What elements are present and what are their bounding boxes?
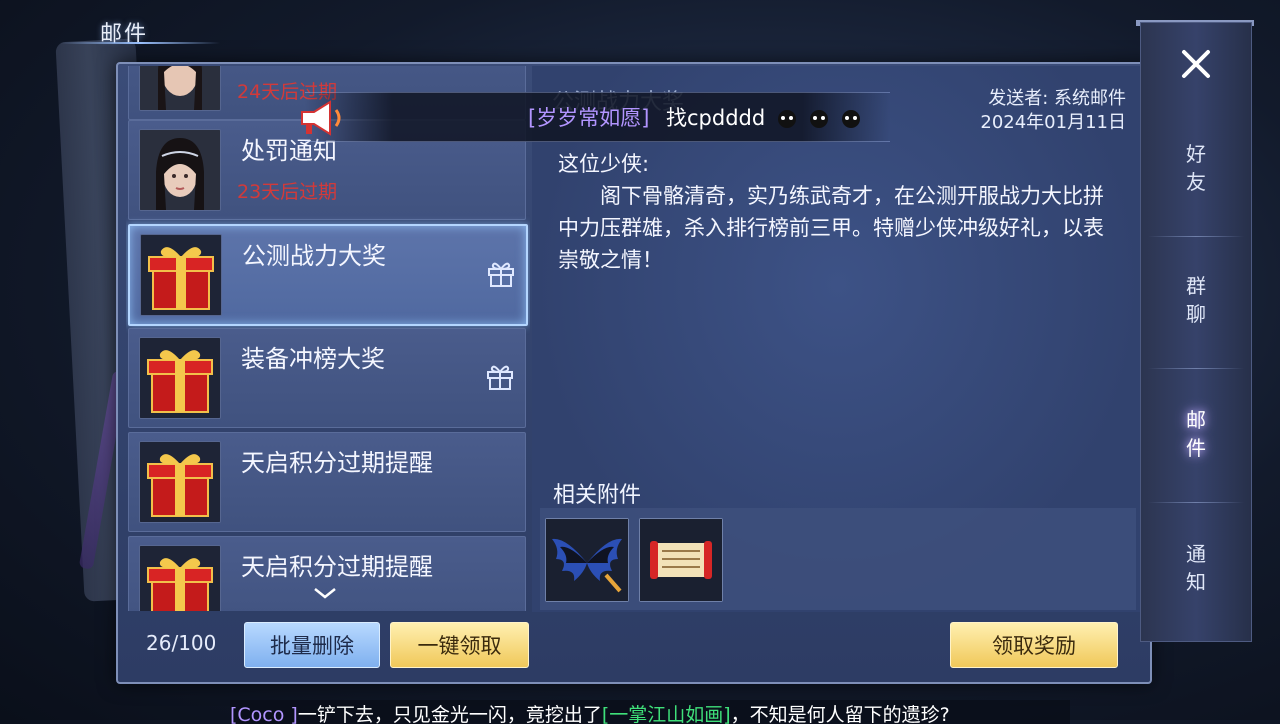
sidebar-item-mail[interactable]: 邮 件 <box>1170 406 1222 462</box>
mail-list[interactable]: 24天后过期 处罚通知 23天后过期 公测战力大奖 装备冲榜大奖 天启积分过期提… <box>126 66 530 611</box>
mail-title: 天启积分过期提醒 <box>241 449 433 477</box>
mail-expire: 23天后过期 <box>237 181 338 203</box>
mail-item[interactable]: 公测战力大奖 <box>128 224 528 326</box>
sidebar-item-group-chat[interactable]: 群 聊 <box>1170 272 1222 328</box>
gift-icon <box>487 365 513 390</box>
broadcast-text: 找cpdddd <box>666 106 766 130</box>
chat-player-name[interactable]: [Coco ] <box>230 704 298 724</box>
sidebar-item-notice[interactable]: 通 知 <box>1170 540 1222 596</box>
chat-item-link[interactable]: [一掌江山如画] <box>602 704 731 724</box>
wings-icon <box>546 519 628 601</box>
mail-item[interactable]: 天启积分过期提醒 <box>128 432 526 532</box>
batch-delete-button[interactable]: 批量删除 <box>244 622 380 668</box>
nav-divider <box>1148 502 1244 503</box>
mail-body: 阁下骨骼清奇，实乃练武奇才，在公测开服战力大比拼中力压群雄，杀入排行榜前三甲。特… <box>558 184 1104 272</box>
mail-greeting: 这位少侠: <box>558 152 650 176</box>
attachment-slot[interactable] <box>545 518 629 602</box>
chevron-down-icon[interactable] <box>312 586 338 600</box>
title-underline <box>60 42 220 44</box>
gift-icon <box>488 262 514 287</box>
scroll-icon <box>640 519 722 601</box>
mail-count: 26/100 <box>146 631 217 655</box>
mail-date: 2024年01月11日 <box>980 112 1126 133</box>
emoji-icon <box>810 110 828 128</box>
mail-item[interactable]: 装备冲榜大奖 <box>128 328 526 428</box>
close-icon[interactable] <box>1180 48 1212 80</box>
claim-all-button[interactable]: 一键领取 <box>390 622 529 668</box>
mail-sender: 发送者: 系统邮件 <box>988 88 1126 109</box>
mail-title: 天启积分过期提醒 <box>241 553 433 581</box>
gift-box-icon <box>139 337 221 419</box>
nav-divider <box>1148 236 1244 237</box>
megaphone-icon <box>301 100 341 136</box>
emoji-icon <box>842 110 860 128</box>
attachments-label: 相关附件 <box>553 483 642 508</box>
broadcast-channel: [岁岁常如愿] <box>528 106 650 130</box>
chat-text: ，不知是何人留下的遗珍? <box>730 704 950 724</box>
claim-reward-button[interactable]: 领取奖励 <box>950 622 1118 668</box>
nav-divider <box>1148 368 1244 369</box>
mail-title: 装备冲榜大奖 <box>241 345 385 373</box>
gift-box-icon <box>139 441 221 523</box>
attachment-slot[interactable] <box>639 518 723 602</box>
sidebar-item-friends[interactable]: 好 友 <box>1170 140 1222 196</box>
mail-title: 公测战力大奖 <box>242 242 386 270</box>
gift-box-icon <box>140 234 222 316</box>
avatar <box>139 66 221 111</box>
emoji-icon <box>778 110 796 128</box>
chat-text: 一铲下去，只见金光一闪，竟挖出了 <box>297 704 602 724</box>
attachments-bar <box>540 508 1136 610</box>
avatar <box>139 129 221 211</box>
bottom-chat-line: [Coco ]一铲下去，只见金光一闪，竟挖出了[一掌江山如画]，不知是何人留下的… <box>230 700 1070 724</box>
gift-box-icon <box>139 545 221 611</box>
